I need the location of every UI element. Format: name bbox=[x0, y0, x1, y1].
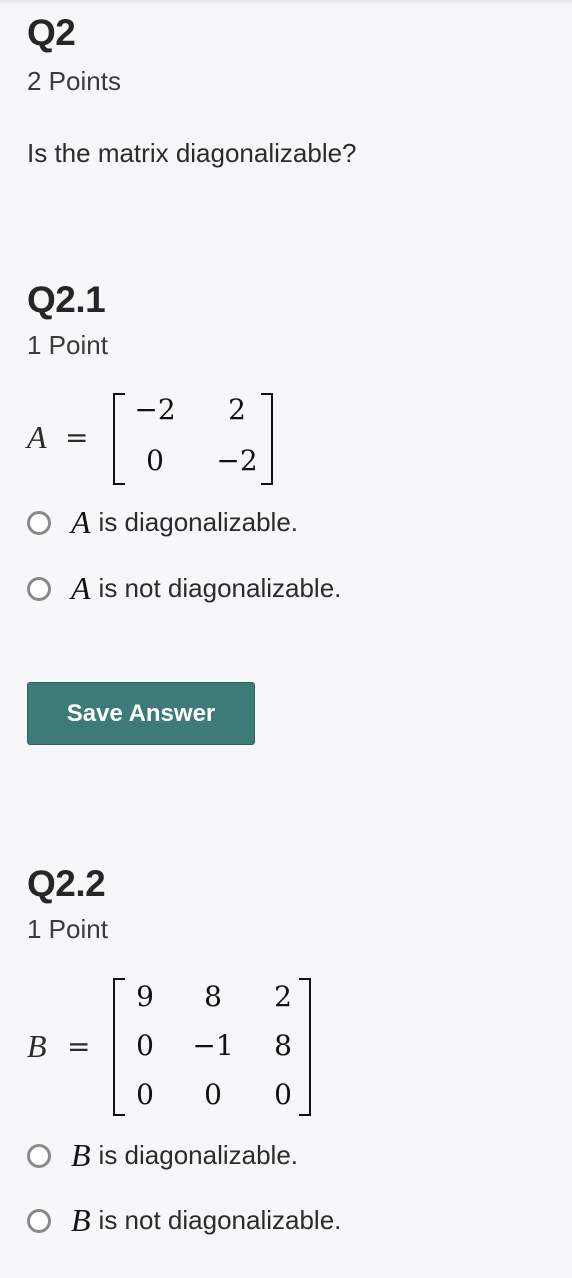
option-label: is diagonalizable. bbox=[98, 1140, 299, 1170]
matrix-cell: −1 bbox=[192, 1029, 234, 1062]
option-a-not-diagonalizable[interactable]: A is not diagonalizable. bbox=[27, 570, 341, 607]
left-bracket bbox=[113, 393, 125, 485]
matrix-cell: 0 bbox=[136, 1078, 154, 1111]
question-points: 2 Points bbox=[27, 66, 121, 96]
question-prompt: Is the matrix diagonalizable? bbox=[27, 138, 357, 168]
option-variable: B bbox=[71, 1137, 91, 1173]
option-label: is diagonalizable. bbox=[98, 507, 299, 537]
matrix-name-a: A bbox=[27, 419, 47, 455]
radio-button[interactable] bbox=[27, 510, 51, 535]
subquestion-points-q22: 1 Point bbox=[27, 914, 108, 944]
radio-button[interactable] bbox=[27, 1208, 51, 1233]
option-variable: B bbox=[71, 1202, 91, 1238]
matrix-equation-b: B = 9 8 2 0 −1 8 0 0 0 bbox=[27, 978, 327, 1116]
matrix-cell: 0 bbox=[146, 444, 164, 477]
matrix-cell: 0 bbox=[204, 1078, 222, 1111]
option-label: is not diagonalizable. bbox=[98, 573, 342, 603]
question-title: Q2 bbox=[27, 12, 76, 53]
subquestion-title-q21: Q2.1 bbox=[27, 279, 106, 320]
option-b-diagonalizable[interactable]: B is diagonalizable. bbox=[27, 1137, 298, 1174]
radio-button[interactable] bbox=[27, 576, 51, 601]
matrix-b: 9 8 2 0 −1 8 0 0 0 bbox=[113, 978, 311, 1116]
option-label: is not diagonalizable. bbox=[98, 1205, 342, 1235]
matrix-equation-a: A = −2 2 0 −2 bbox=[27, 393, 287, 485]
matrix-cell: 0 bbox=[274, 1078, 292, 1111]
matrix-cell: 9 bbox=[136, 980, 154, 1013]
matrix-cell: 0 bbox=[136, 1029, 154, 1062]
option-variable: A bbox=[71, 570, 91, 606]
matrix-cell: 8 bbox=[204, 980, 222, 1013]
option-b-not-diagonalizable[interactable]: B is not diagonalizable. bbox=[27, 1202, 341, 1239]
matrix-cell: 2 bbox=[228, 393, 246, 426]
left-bracket bbox=[113, 978, 125, 1116]
radio-button[interactable] bbox=[27, 1143, 51, 1168]
option-a-diagonalizable[interactable]: A is diagonalizable. bbox=[27, 504, 298, 541]
equals-sign-b: = bbox=[67, 1030, 91, 1063]
matrix-cell: −2 bbox=[134, 393, 176, 426]
matrix-name-b: B bbox=[27, 1028, 47, 1064]
save-answer-button[interactable]: Save Answer bbox=[27, 682, 255, 745]
top-shadow bbox=[0, 0, 572, 6]
subquestion-title-q22: Q2.2 bbox=[27, 863, 106, 904]
equals-sign-a: = bbox=[65, 421, 89, 454]
matrix-cell: −2 bbox=[216, 444, 258, 477]
subquestion-points-q21: 1 Point bbox=[27, 330, 108, 360]
matrix-cell: 8 bbox=[274, 1029, 292, 1062]
matrix-a: −2 2 0 −2 bbox=[113, 393, 273, 485]
option-variable: A bbox=[71, 504, 91, 540]
matrix-cell: 2 bbox=[274, 980, 292, 1013]
